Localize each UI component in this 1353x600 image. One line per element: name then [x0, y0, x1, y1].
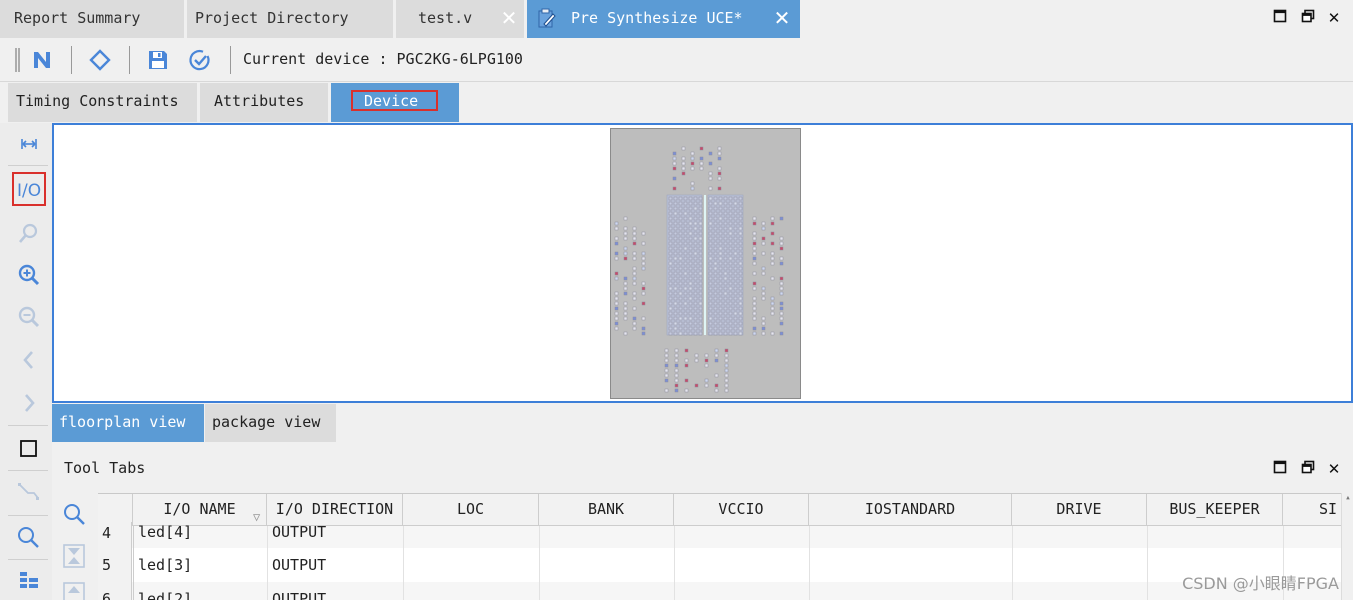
column-divider	[403, 526, 404, 600]
tab-label: Attributes	[214, 92, 305, 110]
zoom-in-icon[interactable]	[14, 260, 44, 290]
maximize-icon[interactable]	[1269, 458, 1291, 480]
collapse-all-icon[interactable]	[60, 542, 88, 570]
tab-timing-constraints[interactable]: Timing Constraints	[8, 83, 197, 122]
tab-label: test.v	[418, 9, 473, 27]
column-header-label: SI	[1319, 500, 1338, 518]
tab-label: Report Summary	[14, 9, 141, 27]
n-logo-icon[interactable]	[30, 48, 54, 72]
column-header-label: IOSTANDARD	[864, 500, 956, 518]
column-header-label: DRIVE	[1056, 500, 1102, 518]
io-name-cell[interactable]: led[4]	[133, 522, 192, 542]
toolbar-divider	[230, 46, 231, 74]
tab-attributes[interactable]: Attributes	[200, 83, 328, 122]
maximize-icon[interactable]	[1269, 7, 1291, 29]
save-icon[interactable]	[146, 48, 170, 72]
io-name-cell[interactable]: led[3]	[133, 549, 192, 581]
io-name-cell[interactable]: led[2]	[133, 582, 192, 600]
row-number: 5	[98, 549, 132, 582]
diamond-icon[interactable]	[88, 48, 112, 72]
current-device-label: Current device : PGC2KG-6LPG100	[243, 50, 523, 68]
column-divider	[674, 526, 675, 600]
column-header-label: I/O DIRECTION	[275, 500, 394, 518]
io-table: I/O NAME ▽ I/O DIRECTION LOC BANK VCCIO I…	[98, 493, 1353, 600]
restore-icon[interactable]	[1297, 458, 1319, 480]
tab-label: Project Directory	[195, 9, 349, 27]
tab-label: Device	[364, 92, 419, 110]
tab-package-view[interactable]: package view	[205, 404, 336, 442]
tab-floorplan-view[interactable]: floorplan view	[52, 404, 204, 442]
column-header[interactable]: IOSTANDARD	[809, 494, 1012, 526]
sort-icon[interactable]: ▽	[253, 502, 260, 525]
left-tool-column: I/O	[0, 123, 52, 600]
scroll-up-icon[interactable]: ▴	[1343, 493, 1353, 503]
toolbar-divider	[71, 46, 72, 74]
tab-label: Pre Synthesize UCE*	[571, 9, 743, 27]
tool-divider	[8, 470, 48, 471]
table-icon[interactable]	[14, 567, 44, 597]
tab-label: package view	[212, 413, 321, 431]
row-number: 6	[98, 582, 132, 600]
tab-test-v[interactable]: test.v ✕	[396, 0, 524, 38]
tool-divider	[8, 165, 48, 166]
select-rect-icon[interactable]	[14, 433, 44, 463]
expand-icon[interactable]	[60, 580, 88, 600]
column-divider	[539, 526, 540, 600]
column-header[interactable]: LOC	[403, 494, 539, 526]
tool-divider	[8, 559, 48, 560]
tab-report-summary[interactable]: Report Summary	[0, 0, 184, 38]
fit-width-icon[interactable]	[14, 130, 44, 160]
search-icon[interactable]	[14, 523, 44, 553]
close-panel-icon[interactable]: ✕	[1323, 458, 1345, 480]
route-icon[interactable]	[14, 478, 44, 508]
check-circle-icon[interactable]	[188, 48, 212, 72]
forward-icon[interactable]	[14, 388, 44, 418]
tab-label: Timing Constraints	[16, 92, 179, 110]
watermark: CSDN @小眼睛FPGA	[1182, 574, 1339, 593]
column-divider	[1012, 526, 1013, 600]
tool-divider	[8, 425, 48, 426]
io-direction-cell[interactable]: OUTPUT	[267, 549, 326, 581]
row-number: 4	[98, 522, 132, 549]
column-header-label: I/O NAME	[163, 500, 236, 518]
close-window-icon[interactable]: ✕	[1323, 7, 1345, 29]
close-tab-icon[interactable]: ✕	[498, 7, 520, 29]
tool-divider	[8, 515, 48, 516]
zoom-out-icon[interactable]	[14, 302, 44, 332]
tab-project-directory[interactable]: Project Directory	[187, 0, 393, 38]
column-header-label: BUS_KEEPER	[1169, 500, 1260, 518]
column-header-label: LOC	[456, 500, 485, 518]
column-divider	[809, 526, 810, 600]
document-tab-bar: Report Summary Project Directory test.v …	[0, 0, 1353, 38]
edit-document-icon	[537, 7, 557, 29]
io-icon[interactable]: I/O	[12, 172, 46, 206]
column-header[interactable]: DRIVE	[1012, 494, 1147, 526]
toolbar-divider	[129, 46, 130, 74]
column-header-label: BANK	[587, 500, 625, 518]
column-header[interactable]: BANK	[539, 494, 674, 526]
tool-tabs-title: Tool Tabs	[64, 459, 146, 477]
tab-device[interactable]: Device	[331, 83, 459, 122]
close-tab-icon[interactable]: ✕	[771, 7, 793, 29]
column-divider	[1147, 526, 1148, 600]
toolbar: Current device : PGC2KG-6LPG100	[0, 38, 1353, 82]
search-icon[interactable]	[60, 500, 88, 528]
fpga-die-floorplan[interactable]	[610, 128, 801, 399]
back-icon[interactable]	[14, 345, 44, 375]
svg-text:I/O: I/O	[17, 181, 41, 201]
column-header[interactable]: VCCIO	[674, 494, 809, 526]
tab-label: floorplan view	[59, 413, 186, 431]
restore-icon[interactable]	[1297, 7, 1319, 29]
io-direction-cell[interactable]: OUTPUT	[267, 582, 326, 600]
find-icon[interactable]	[14, 219, 44, 249]
io-direction-cell[interactable]: OUTPUT	[267, 522, 326, 542]
tab-pre-synthesize-uce[interactable]: Pre Synthesize UCE* ✕	[527, 0, 800, 38]
column-header-label: VCCIO	[718, 500, 764, 518]
handle-icon	[14, 46, 22, 74]
table-scrollbar[interactable]: ▴	[1341, 493, 1353, 600]
column-header[interactable]: BUS_KEEPER	[1147, 494, 1283, 526]
